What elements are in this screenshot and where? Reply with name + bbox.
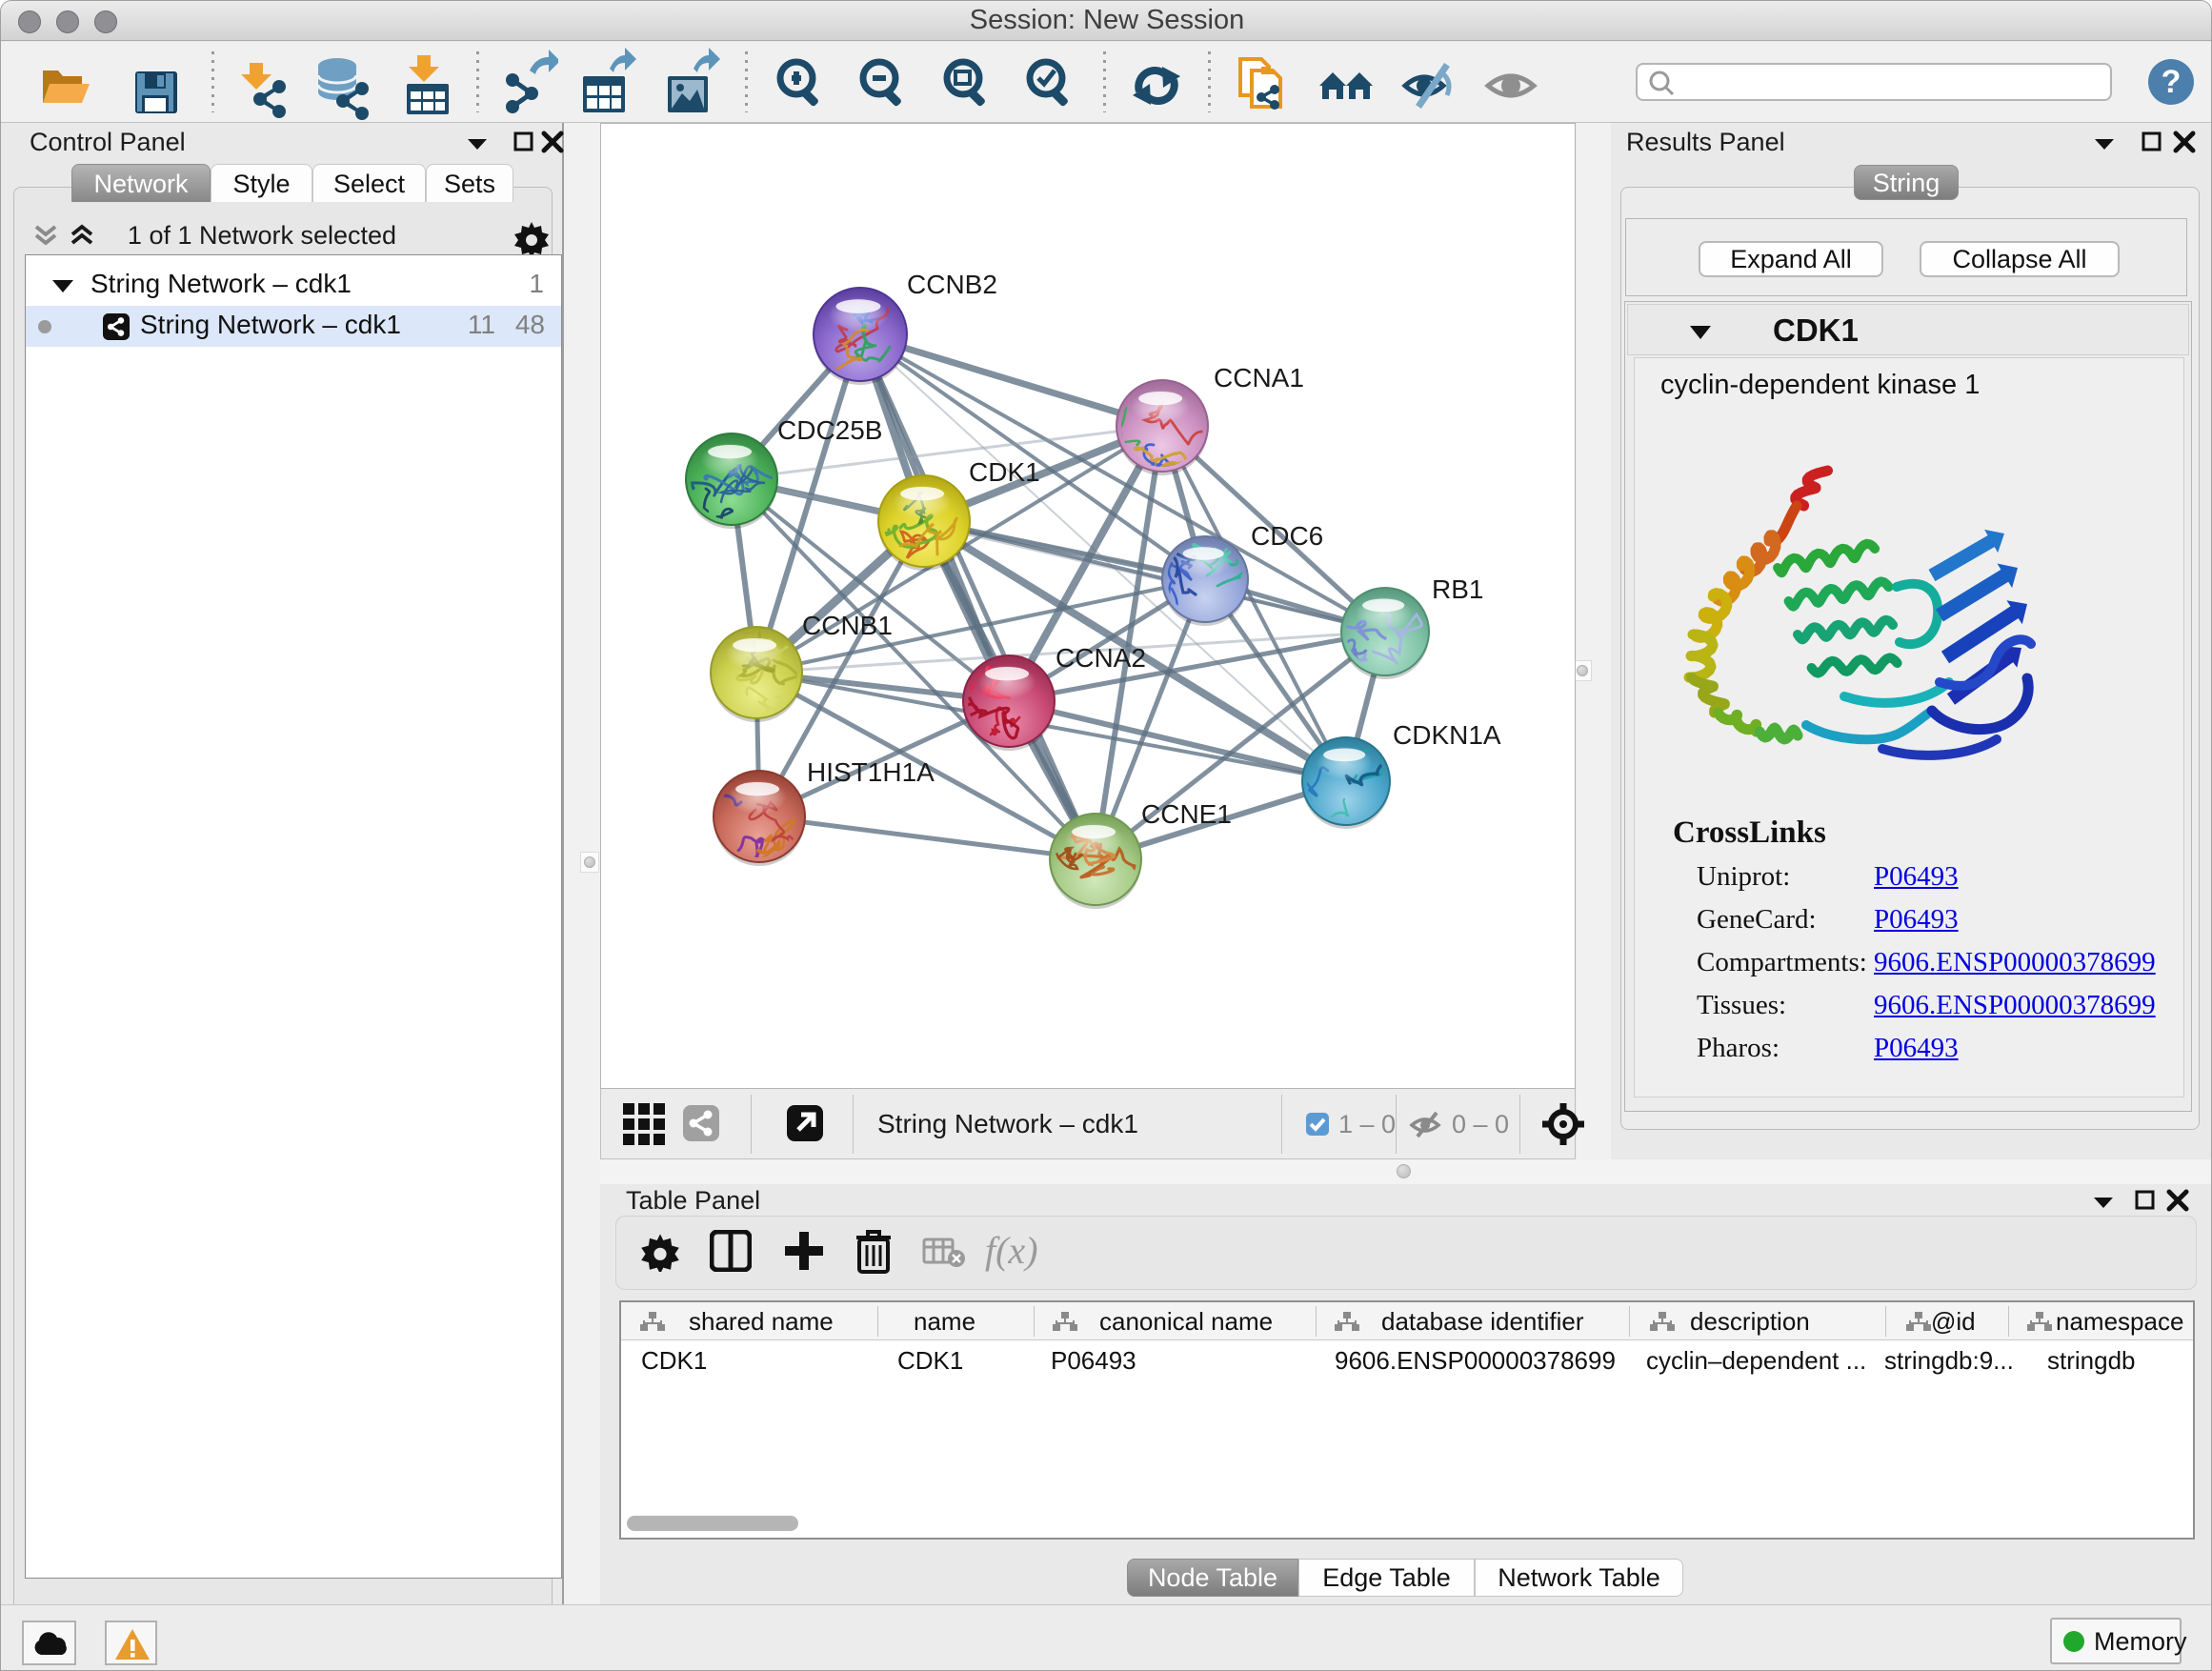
svg-text:CCNA1: CCNA1 <box>1214 363 1304 393</box>
svg-text:RB1: RB1 <box>1432 574 1483 604</box>
svg-text:CCNE1: CCNE1 <box>1141 799 1232 829</box>
svg-text:CCNA2: CCNA2 <box>1056 643 1146 673</box>
svg-text:?: ? <box>2162 64 2182 100</box>
svg-text:HIST1H1A: HIST1H1A <box>807 757 935 787</box>
svg-text:CDK1: CDK1 <box>969 457 1040 487</box>
svg-text:CCNB2: CCNB2 <box>907 270 997 299</box>
svg-text:CDC6: CDC6 <box>1251 521 1323 551</box>
svg-text:CDKN1A: CDKN1A <box>1393 720 1501 750</box>
svg-text:CCNB1: CCNB1 <box>802 611 893 640</box>
svg-text:CDC25B: CDC25B <box>777 415 882 445</box>
